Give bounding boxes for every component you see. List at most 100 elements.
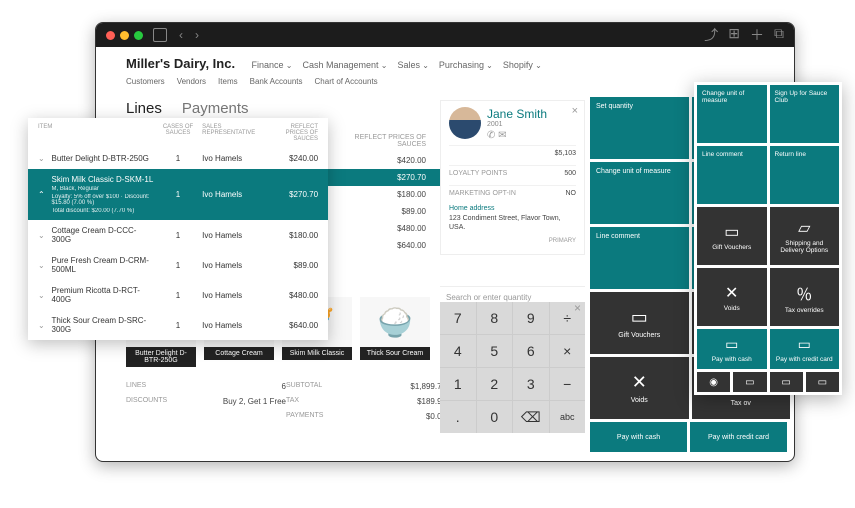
quick-icon-4[interactable]: ▭ bbox=[806, 372, 839, 392]
company-name: Miller's Dairy, Inc. bbox=[126, 56, 235, 71]
tile-voids[interactable]: ✕Voids bbox=[697, 268, 767, 326]
dd-col-rep: SALES REPRESENTATIVE bbox=[202, 124, 270, 142]
recommended-card[interactable]: 🍚Thick Sour Cream bbox=[360, 297, 430, 367]
nav-finance[interactable]: Finance bbox=[252, 60, 293, 70]
share-icon[interactable]: ⤴ bbox=[704, 25, 718, 45]
email-icon[interactable]: ✉ bbox=[498, 130, 506, 141]
key-5[interactable]: 5 bbox=[477, 335, 513, 367]
tax-icon: ％ bbox=[796, 281, 812, 305]
quick-icon-2[interactable]: ▭ bbox=[733, 372, 766, 392]
subnav-vendors[interactable]: Vendors bbox=[177, 77, 206, 86]
tile-gift-vouchers[interactable]: ▭Gift Vouchers bbox=[697, 207, 767, 265]
tile-change-uom[interactable]: Change unit of measure bbox=[697, 85, 767, 143]
tile-set-quantity[interactable]: Set quantity bbox=[590, 97, 689, 159]
tile-shipping-options[interactable]: ▱Shipping and Delivery Options bbox=[770, 207, 840, 265]
summary-tax-label: TAX bbox=[286, 397, 299, 406]
key-4[interactable]: 4 bbox=[440, 335, 476, 367]
nav-sales[interactable]: Sales bbox=[397, 60, 428, 70]
chevron-down-icon: ⌄ bbox=[38, 154, 52, 163]
close-icon[interactable]: × bbox=[574, 301, 581, 315]
dropdown-row-selected[interactable]: ⌃Skim Milk Classic D-SKM-1LM, Black, Reg… bbox=[28, 169, 328, 220]
key-1[interactable]: 1 bbox=[440, 368, 476, 400]
dd-col-price: REFLECT PRICES OF SAUCES bbox=[270, 124, 318, 142]
tab-lines[interactable]: Lines bbox=[126, 100, 162, 120]
maximize-dot[interactable] bbox=[134, 31, 143, 40]
copy-icon[interactable]: ⧉ bbox=[774, 25, 784, 45]
key-multiply[interactable]: × bbox=[550, 335, 586, 367]
key-7[interactable]: 7 bbox=[440, 302, 476, 334]
primary-badge: PRIMARY bbox=[449, 238, 576, 244]
key-6[interactable]: 6 bbox=[513, 335, 549, 367]
subnav-chart[interactable]: Chart of Accounts bbox=[315, 77, 378, 86]
balance-value: $5,103 bbox=[555, 150, 576, 157]
dropdown-row[interactable]: ⌄Pure Fresh Cream D-CRM-500ML1Ivo Hamels… bbox=[28, 250, 328, 280]
pay-card-button[interactable]: Pay with credit card bbox=[690, 422, 787, 452]
tile-voids[interactable]: ✕Voids bbox=[590, 357, 689, 419]
new-window-icon[interactable]: ⊞ bbox=[728, 25, 740, 45]
key-abc[interactable]: abc bbox=[550, 401, 586, 433]
summary-payments-label: PAYMENTS bbox=[286, 412, 323, 421]
close-dot[interactable] bbox=[106, 31, 115, 40]
key-3[interactable]: 3 bbox=[513, 368, 549, 400]
chevron-up-icon: ⌃ bbox=[38, 190, 52, 199]
x-icon: ✕ bbox=[725, 283, 738, 303]
pay-cash-button[interactable]: Pay with cash bbox=[590, 422, 687, 452]
summary-subtotal-label: SUBTOTAL bbox=[286, 382, 322, 391]
nav-shopify[interactable]: Shopify bbox=[503, 60, 542, 70]
add-icon[interactable]: ＋ bbox=[750, 25, 764, 45]
loyalty-label: LOYALTY POINTS bbox=[449, 170, 507, 177]
line-item-dropdown: ITEMCASES OF SAUCESSALES REPRESENTATIVER… bbox=[28, 118, 328, 340]
card-icon: ▭ bbox=[798, 336, 811, 353]
quick-icon-3[interactable]: ▭ bbox=[770, 372, 803, 392]
sub-nav: Customers Vendors Items Bank Accounts Ch… bbox=[126, 77, 764, 86]
nav-purchasing[interactable]: Purchasing bbox=[439, 60, 493, 70]
tile-change-uom[interactable]: Change unit of measure bbox=[590, 162, 689, 224]
dropdown-row[interactable]: ⌄Cottage Cream D-CCC-300G1Ivo Hamels$180… bbox=[28, 220, 328, 250]
marketing-value: NO bbox=[566, 190, 577, 197]
subnav-bank[interactable]: Bank Accounts bbox=[250, 77, 303, 86]
key-subtract[interactable]: − bbox=[550, 368, 586, 400]
tile-line-comment[interactable]: Line comment bbox=[590, 227, 689, 289]
key-0[interactable]: 0 bbox=[477, 401, 513, 433]
dropdown-row[interactable]: ⌄Premium Ricotta D-RCT-400G1Ivo Hamels$4… bbox=[28, 280, 328, 310]
close-icon[interactable]: × bbox=[572, 105, 578, 117]
chevron-down-icon: ⌄ bbox=[38, 291, 52, 300]
forward-icon[interactable]: › bbox=[195, 28, 199, 42]
tile-line-comment[interactable]: Line comment bbox=[697, 146, 767, 204]
key-9[interactable]: 9 bbox=[513, 302, 549, 334]
avatar bbox=[449, 107, 481, 139]
marketing-label: MARKETING OPT-IN bbox=[449, 190, 516, 197]
sidebar-icon[interactable] bbox=[153, 28, 167, 42]
tab-payments[interactable]: Payments bbox=[182, 100, 249, 120]
subnav-customers[interactable]: Customers bbox=[126, 77, 165, 86]
chevron-down-icon: ⌄ bbox=[38, 321, 52, 330]
back-icon[interactable]: ‹ bbox=[179, 28, 183, 42]
tile-return-line[interactable]: Return line bbox=[770, 146, 840, 204]
phone-icon[interactable]: ✆ bbox=[487, 130, 495, 141]
chevron-down-icon: ⌄ bbox=[38, 231, 52, 240]
tile-tax-overrides[interactable]: ％Tax overrides bbox=[770, 268, 840, 326]
customer-id: 2001 bbox=[487, 121, 547, 128]
minimize-dot[interactable] bbox=[120, 31, 129, 40]
pay-card-button[interactable]: ▭Pay with credit card bbox=[770, 329, 840, 369]
pay-cash-button[interactable]: ▭Pay with cash bbox=[697, 329, 767, 369]
chevron-down-icon: ⌄ bbox=[38, 261, 52, 270]
nav-cash[interactable]: Cash Management bbox=[302, 60, 387, 70]
customer-card: × Jane Smith 2001 ✆ ✉ $5,103 LOYALTY POI… bbox=[440, 100, 585, 255]
summary-discounts-value: Buy 2, Get 1 Free bbox=[223, 397, 286, 406]
key-backspace[interactable]: ⌫ bbox=[513, 401, 549, 433]
dropdown-row[interactable]: ⌄Thick Sour Cream D-SRC-300G1Ivo Hamels$… bbox=[28, 310, 328, 340]
product-image-icon: 🍚 bbox=[360, 297, 430, 347]
quick-icon-1[interactable]: ◉ bbox=[697, 372, 730, 392]
customer-name[interactable]: Jane Smith bbox=[487, 107, 547, 121]
voucher-icon: ▭ bbox=[631, 307, 648, 328]
summary-discounts-label: DISCOUNTS bbox=[126, 397, 167, 406]
key-dot[interactable]: . bbox=[440, 401, 476, 433]
tile-signup-club[interactable]: Sign Up for Sauce Club bbox=[770, 85, 840, 143]
tile-gift-vouchers[interactable]: ▭Gift Vouchers bbox=[590, 292, 689, 354]
subnav-items[interactable]: Items bbox=[218, 77, 238, 86]
address-label[interactable]: Home address bbox=[449, 205, 576, 212]
dropdown-row[interactable]: ⌄Butter Delight D-BTR-250G1Ivo Hamels$24… bbox=[28, 148, 328, 169]
key-2[interactable]: 2 bbox=[477, 368, 513, 400]
key-8[interactable]: 8 bbox=[477, 302, 513, 334]
